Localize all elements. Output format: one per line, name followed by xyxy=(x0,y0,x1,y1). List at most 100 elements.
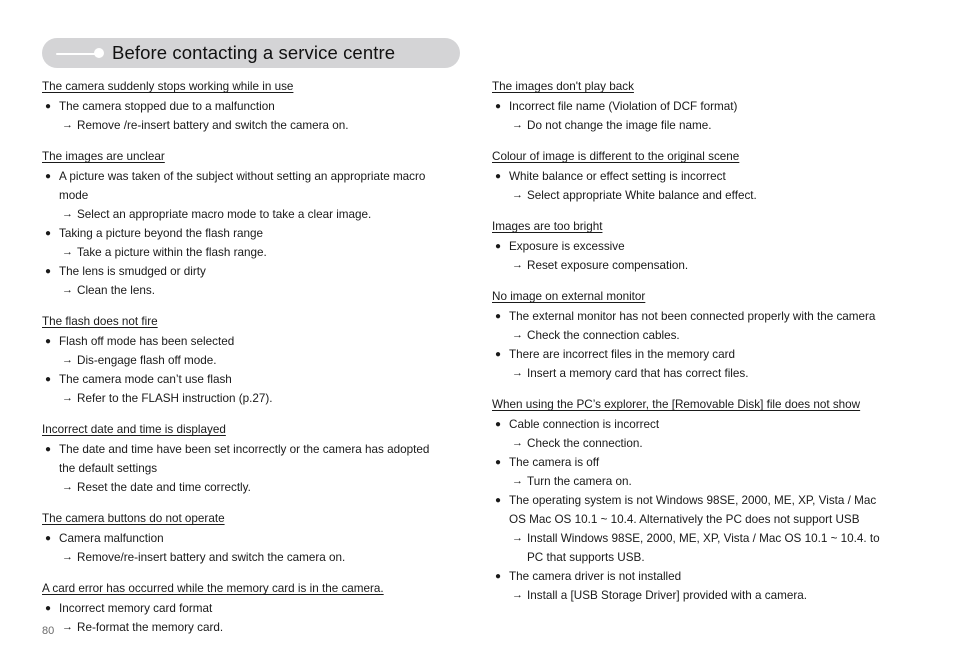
solution-item: → Re-format the memory card. xyxy=(42,618,446,637)
solution-text: Insert a memory card that has correct fi… xyxy=(527,367,749,380)
cause-item: ● Incorrect file name (Violation of DCF f… xyxy=(492,97,896,116)
solution-item: → Select an appropriate macro mode to tak… xyxy=(42,205,446,224)
troubleshooting-section: When using the PC’s explorer, the [Remov… xyxy=(492,396,896,605)
section-heading: Images are too bright xyxy=(492,220,603,233)
bullet-icon: ● xyxy=(45,171,52,182)
column-left: The camera suddenly stops working while … xyxy=(42,78,446,637)
cause-item: ● The lens is smudged or dirty xyxy=(42,262,446,281)
solution-text: Remove/re-insert battery and switch the … xyxy=(77,551,346,564)
cause-text: The camera driver is not installed xyxy=(509,570,682,583)
arrow-icon: → xyxy=(512,532,523,544)
bullet-icon: ● xyxy=(495,457,502,468)
solution-text: Refer to the FLASH instruction (p.27). xyxy=(77,392,273,405)
bullet-icon: ● xyxy=(495,349,502,360)
troubleshooting-section: The camera suddenly stops working while … xyxy=(42,78,446,135)
solution-text: Install Windows 98SE, 2000, ME, XP, Vist… xyxy=(527,532,880,564)
solution-item: → Turn the camera on. xyxy=(492,472,896,491)
arrow-icon: → xyxy=(512,259,523,271)
solution-item: → Clean the lens. xyxy=(42,281,446,300)
bullet-icon: ● xyxy=(45,603,52,614)
troubleshooting-section: A card error has occurred while the memo… xyxy=(42,580,446,637)
solution-text: Select appropriate White balance and eff… xyxy=(527,189,757,202)
solution-item: → Do not change the image file name. xyxy=(492,116,896,135)
cause-item: ● There are incorrect files in the memory… xyxy=(492,345,896,364)
section-heading: The flash does not fire xyxy=(42,315,158,328)
solution-text: Check the connection cables. xyxy=(527,329,680,342)
solution-item: → Reset exposure compensation. xyxy=(492,256,896,275)
troubleshooting-section: The images don't play back ● Incorrect fil… xyxy=(492,78,896,135)
bullet-icon: ● xyxy=(45,444,52,455)
solution-item: → Install Windows 98SE, 2000, ME, XP, Vis… xyxy=(492,529,896,567)
solution-text: Select an appropriate macro mode to take… xyxy=(77,208,372,221)
cause-text: The lens is smudged or dirty xyxy=(59,265,206,278)
cause-text: A picture was taken of the subject witho… xyxy=(59,170,426,202)
bullet-icon: ● xyxy=(495,419,502,430)
solution-text: Take a picture within the flash range. xyxy=(77,246,267,259)
solution-text: Check the connection. xyxy=(527,437,643,450)
bullet-icon: ● xyxy=(45,533,52,544)
arrow-icon: → xyxy=(512,189,523,201)
cause-text: The camera stopped due to a malfunction xyxy=(59,100,275,113)
arrow-icon: → xyxy=(512,589,523,601)
solution-item: → Insert a memory card that has correct f… xyxy=(492,364,896,383)
section-heading: The images don't play back xyxy=(492,80,634,93)
solution-item: → Select appropriate White balance and ef… xyxy=(492,186,896,205)
cause-text: White balance or effect setting is incor… xyxy=(509,170,726,183)
cause-text: There are incorrect files in the memory … xyxy=(509,348,736,361)
arrow-icon: → xyxy=(62,621,73,633)
arrow-icon: → xyxy=(62,392,73,404)
cause-item: ● Incorrect memory card format xyxy=(42,599,446,618)
cause-item: ● Flash off mode has been selected xyxy=(42,332,446,351)
cause-text: The operating system is not Windows 98SE… xyxy=(509,494,877,526)
page-number: 80 xyxy=(42,625,55,637)
section-heading: A card error has occurred while the memo… xyxy=(42,582,384,595)
cause-text: Exposure is excessive xyxy=(509,240,625,253)
bullet-icon: ● xyxy=(495,495,502,506)
solution-text: Do not change the image file name. xyxy=(527,119,712,132)
header-dot-icon xyxy=(94,48,104,58)
section-heading: The images are unclear xyxy=(42,150,165,163)
troubleshooting-section: No image on external monitor ● The externa… xyxy=(492,288,896,383)
arrow-icon: → xyxy=(62,354,73,366)
cause-text: Incorrect file name (Violation of DCF fo… xyxy=(509,100,738,113)
solution-item: → Check the connection cables. xyxy=(492,326,896,345)
cause-text: The external monitor has not been connec… xyxy=(509,310,876,323)
solution-item: → Check the connection. xyxy=(492,434,896,453)
bullet-icon: ● xyxy=(495,171,502,182)
solution-text: Remove /re-insert battery and switch the… xyxy=(77,119,349,132)
solution-item: → Refer to the FLASH instruction (p.27). xyxy=(42,389,446,408)
solution-text: Re-format the memory card. xyxy=(77,621,224,634)
arrow-icon: → xyxy=(512,437,523,449)
solution-text: Reset exposure compensation. xyxy=(527,259,689,272)
arrow-icon: → xyxy=(512,475,523,487)
arrow-icon: → xyxy=(512,367,523,379)
solution-item: → Dis-engage flash off mode. xyxy=(42,351,446,370)
arrow-icon: → xyxy=(62,481,73,493)
solution-item: → Remove/re-insert battery and switch the… xyxy=(42,548,446,567)
cause-text: Cable connection is incorrect xyxy=(509,418,660,431)
solution-text: Turn the camera on. xyxy=(527,475,632,488)
solution-text: Install a [USB Storage Driver] provided … xyxy=(527,589,807,602)
troubleshooting-section: Incorrect date and time is displayed ● The… xyxy=(42,421,446,497)
cause-item: ● Cable connection is incorrect xyxy=(492,415,896,434)
cause-item: ● A picture was taken of the subject with… xyxy=(42,167,446,205)
troubleshooting-section: The flash does not fire ● Flash off mode h… xyxy=(42,313,446,408)
arrow-icon: → xyxy=(62,551,73,563)
solution-item: → Remove /re-insert battery and switch th… xyxy=(42,116,446,135)
cause-text: Incorrect memory card format xyxy=(59,602,213,615)
cause-text: Taking a picture beyond the flash range xyxy=(59,227,264,240)
arrow-icon: → xyxy=(62,246,73,258)
bullet-icon: ● xyxy=(45,374,52,385)
cause-text: The date and time have been set incorrec… xyxy=(59,443,430,475)
solution-item: → Install a [USB Storage Driver] provided… xyxy=(492,586,896,605)
section-heading: Incorrect date and time is displayed xyxy=(42,423,226,436)
troubleshooting-section: Colour of image is different to the orig… xyxy=(492,148,896,205)
cause-item: ● The camera is off xyxy=(492,453,896,472)
arrow-icon: → xyxy=(512,119,523,131)
bullet-icon: ● xyxy=(495,571,502,582)
section-heading: The camera buttons do not operate xyxy=(42,512,225,525)
troubleshooting-section: The camera buttons do not operate ● Camera… xyxy=(42,510,446,567)
bullet-icon: ● xyxy=(45,266,52,277)
cause-item: ● White balance or effect setting is inco… xyxy=(492,167,896,186)
troubleshooting-section: The images are unclear ● A picture was tak… xyxy=(42,148,446,300)
